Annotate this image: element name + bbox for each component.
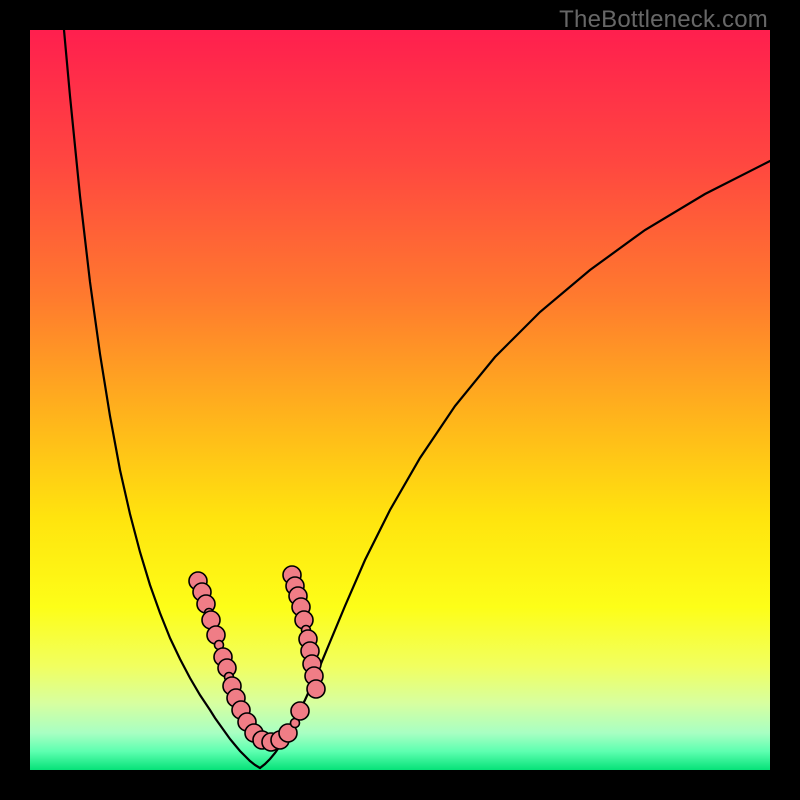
highlight-markers [189,566,325,751]
plot-area [30,30,770,770]
curve-right-branch [260,161,770,768]
marker-dot [291,702,309,720]
watermark-text: TheBottleneck.com [559,6,768,34]
chart-frame: TheBottleneck.com [0,0,800,800]
marker-dot [307,680,325,698]
bottleneck-curve [30,30,770,770]
